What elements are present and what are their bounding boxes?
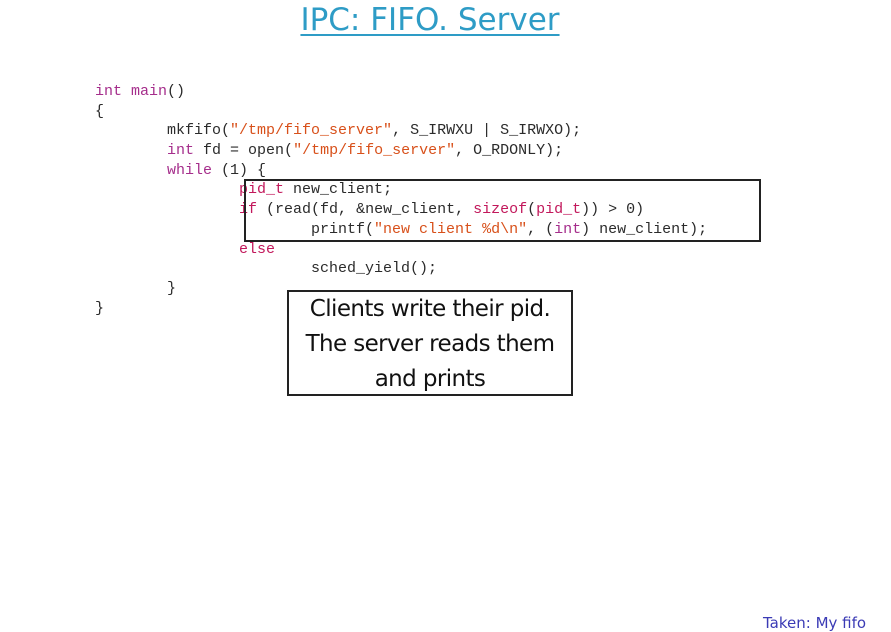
code-keyword: while (167, 161, 213, 179)
code-text: mkfifo( (95, 122, 231, 140)
code-text: { (95, 102, 105, 120)
callout-line: The server reads them (305, 331, 555, 357)
footer-link[interactable]: Taken: My fifo (763, 614, 866, 632)
code-text: fd = open( (194, 142, 294, 160)
callout-box: Clients write their pid. The server read… (287, 290, 573, 396)
code-line: int main() (95, 82, 707, 102)
code-text: () (167, 83, 186, 100)
code-line: while (1) { (95, 161, 707, 181)
code-function-name: main (131, 83, 168, 100)
code-line: { (95, 102, 707, 122)
code-text: } (95, 299, 105, 317)
code-keyword: else (239, 240, 276, 258)
code-line: sched_yield(); (95, 259, 707, 279)
callout-line: and prints (374, 366, 486, 392)
code-keyword: int (167, 142, 195, 160)
code-line: else (95, 240, 707, 260)
code-line: int fd = open("/tmp/fifo_server", O_RDON… (95, 141, 707, 161)
callout-line: Clients write their pid. (309, 296, 551, 322)
code-text: } (95, 279, 177, 297)
code-text: , O_RDONLY); (455, 142, 564, 160)
slide-title: IPC: FIFO. Server (300, 2, 560, 38)
code-highlight-box (244, 179, 761, 242)
code-text: , S_IRWXU | S_IRWXO); (392, 122, 582, 140)
code-line: mkfifo("/tmp/fifo_server", S_IRWXU | S_I… (95, 121, 707, 141)
code-text: (1) { (212, 161, 267, 179)
code-string: "/tmp/fifo_server" (293, 142, 456, 160)
code-text: sched_yield(); (95, 260, 438, 278)
code-string: "/tmp/fifo_server" (230, 122, 393, 140)
code-keyword: int (95, 83, 123, 100)
